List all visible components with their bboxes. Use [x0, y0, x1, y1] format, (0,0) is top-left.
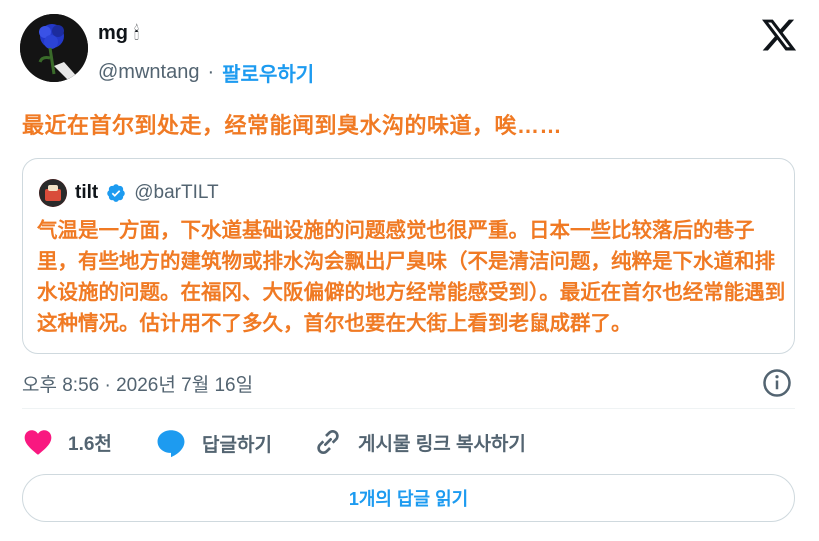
author-display-name[interactable]: mg: [98, 22, 128, 45]
reply-bubble-icon: [157, 430, 185, 458]
quoted-author-avatar: [39, 179, 67, 207]
candle-emoji: 🕯: [134, 23, 140, 43]
heart-icon: [24, 430, 52, 455]
quoted-tweet-header: tilt @barTILT: [39, 179, 219, 207]
quoted-author-handle: @barTILT: [134, 182, 219, 203]
author-handle[interactable]: @mwntang: [98, 61, 199, 84]
x-logo-icon[interactable]: [760, 16, 798, 54]
like-count: 1.6천: [68, 433, 112, 455]
author-avatar[interactable]: [20, 14, 88, 82]
quoted-tweet-text: 气温是一方面，下水道基础设施的问题感觉也很严重。日本一些比较落后的巷子里，有些地…: [37, 219, 786, 335]
info-icon[interactable]: [762, 368, 792, 398]
divider-top: [22, 408, 795, 409]
tweet-timestamp[interactable]: 오후 8:56 · 2026년 7월 16일: [22, 370, 253, 397]
verified-badge-icon: [107, 184, 125, 202]
action-bar: 1.6천 답글하기 게시물 링크 복사하기: [22, 426, 795, 462]
rose-avatar-image: [20, 14, 88, 82]
quoted-avatar-image: [39, 179, 67, 207]
tweet-text: 最近在首尔到处走，经常能闻到臭水沟的味道，唉……: [22, 113, 563, 138]
follow-button[interactable]: 팔로우하기: [222, 58, 314, 87]
link-icon: [317, 429, 339, 455]
author-handle-row: @mwntang · 팔로우하기: [98, 58, 314, 87]
tweet-header: mg 🕯 @mwntang · 팔로우하기: [20, 14, 800, 86]
reply-label: 답글하기: [202, 434, 272, 456]
like-button[interactable]: 1.6천: [22, 426, 112, 458]
copy-link-label: 게시물 링크 복사하기: [358, 433, 526, 455]
quoted-author-name: tilt: [75, 182, 99, 203]
author-name-row: mg 🕯: [98, 22, 139, 45]
reply-button[interactable]: 답글하기: [154, 426, 272, 460]
quoted-tweet[interactable]: tilt @barTILT 气温是一方面，下水道基础设施的问题感觉也很严重。日本…: [22, 158, 795, 354]
read-replies-button[interactable]: 1개의 답글 읽기: [22, 474, 795, 522]
separator-dot: ·: [207, 61, 215, 83]
copy-link-button[interactable]: 게시물 링크 복사하기: [312, 426, 526, 458]
